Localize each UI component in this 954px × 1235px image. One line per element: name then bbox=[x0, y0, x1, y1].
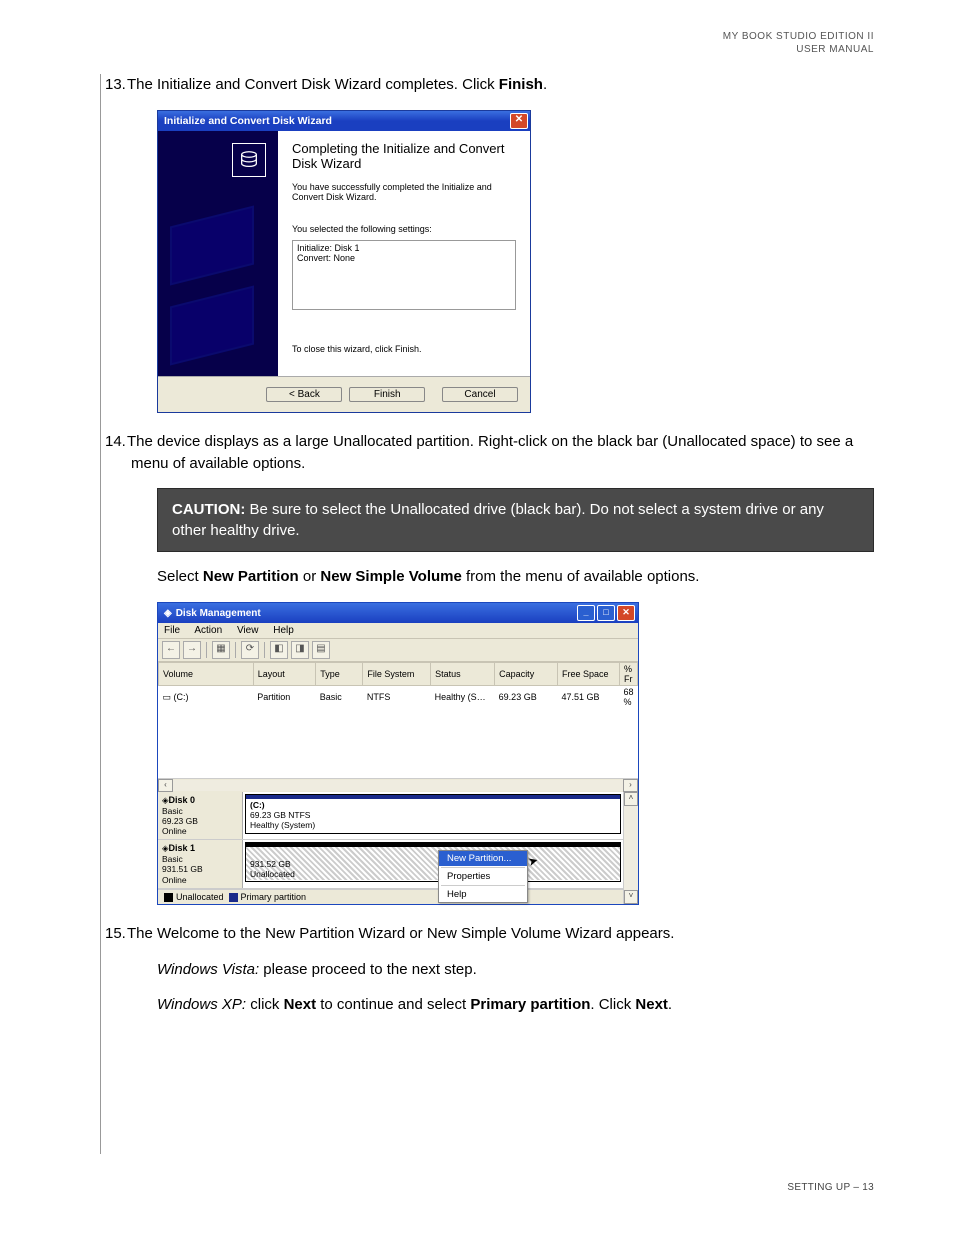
step-number: 15. bbox=[105, 923, 127, 945]
toolbar-icon[interactable]: ▦ bbox=[212, 641, 230, 659]
caution-label: CAUTION: bbox=[172, 501, 245, 518]
content-column: 13.The Initialize and Convert Disk Wizar… bbox=[100, 74, 874, 1154]
menu-properties[interactable]: Properties bbox=[439, 869, 527, 884]
disk-0-volume[interactable]: (C:) 69.23 GB NTFS Healthy (System) bbox=[245, 794, 621, 834]
minimize-icon[interactable]: _ bbox=[577, 605, 595, 621]
disk-stack-icon bbox=[232, 143, 266, 177]
disk-1-unallocated[interactable]: 931.52 GB Unallocated bbox=[245, 842, 621, 882]
cancel-button[interactable]: Cancel bbox=[442, 387, 518, 402]
disk-0-label[interactable]: ◈Disk 0 Basic 69.23 GB Online bbox=[158, 792, 243, 839]
close-icon[interactable]: ✕ bbox=[617, 605, 635, 621]
toolbar-icon[interactable]: ▤ bbox=[312, 641, 330, 659]
toolbar-icon[interactable]: ◧ bbox=[270, 641, 288, 659]
context-menu: New Partition... Properties Help bbox=[438, 850, 528, 903]
vertical-scrollbar[interactable]: ˄ ˅ bbox=[623, 792, 638, 904]
back-button[interactable]: < Back bbox=[266, 387, 342, 402]
wizard-sidebar-graphic bbox=[158, 131, 278, 376]
refresh-icon[interactable]: ⟳ bbox=[241, 641, 259, 659]
step-13: 13.The Initialize and Convert Disk Wizar… bbox=[131, 74, 874, 96]
close-icon[interactable]: ✕ bbox=[510, 113, 528, 129]
menu-help[interactable]: Help bbox=[273, 625, 294, 636]
wizard-success-text: You have successfully completed the Init… bbox=[292, 182, 516, 202]
select-instruction: Select New Partition or New Simple Volum… bbox=[157, 566, 874, 588]
menu-help[interactable]: Help bbox=[439, 887, 527, 902]
finish-button[interactable]: Finish bbox=[349, 387, 425, 402]
toolbar-icon[interactable]: ◨ bbox=[291, 641, 309, 659]
step-14: 14.The device displays as a large Unallo… bbox=[131, 431, 874, 475]
step-number: 14. bbox=[105, 431, 127, 453]
wizard-title: Initialize and Convert Disk Wizard bbox=[164, 115, 332, 127]
caution-box: CAUTION: Be sure to select the Unallocat… bbox=[157, 488, 874, 552]
scroll-up-icon[interactable]: ˄ bbox=[624, 792, 638, 806]
dm-toolbar: ← → ▦ ⟳ ◧ ◨ ▤ bbox=[158, 639, 638, 662]
wizard-settings-box: Initialize: Disk 1 Convert: None bbox=[292, 240, 516, 310]
app-icon: ◈ bbox=[164, 608, 172, 619]
wizard-titlebar: Initialize and Convert Disk Wizard ✕ bbox=[158, 111, 530, 131]
disk-1-label[interactable]: ◈Disk 1 Basic 931.51 GB Online bbox=[158, 840, 243, 887]
menu-new-partition[interactable]: New Partition... bbox=[439, 851, 527, 866]
disk-1-row: ◈Disk 1 Basic 931.51 GB Online 931.52 GB bbox=[158, 840, 623, 888]
back-arrow-icon[interactable]: ← bbox=[162, 641, 180, 659]
step-15-xp: Windows XP: click Next to continue and s… bbox=[157, 994, 874, 1016]
scroll-right-icon[interactable]: › bbox=[623, 779, 638, 792]
scroll-down-icon[interactable]: ˅ bbox=[624, 890, 638, 904]
dm-disk-graphics: ◈Disk 0 Basic 69.23 GB Online (C:) 69.23… bbox=[158, 792, 638, 904]
scroll-left-icon[interactable]: ‹ bbox=[158, 779, 173, 792]
volume-row[interactable]: ▭ (C:) Partition Basic NTFS Healthy (S… … bbox=[159, 686, 638, 709]
maximize-icon[interactable]: □ bbox=[597, 605, 615, 621]
disk-management-window: ◈ Disk Management _ □ ✕ File Action View… bbox=[157, 602, 639, 905]
page-footer: SETTING UP – 13 bbox=[80, 1182, 874, 1193]
column-headers: Volume Layout Type File System Status Ca… bbox=[159, 663, 638, 686]
wizard-close-hint: To close this wizard, click Finish. bbox=[292, 344, 516, 354]
disk-0-row: ◈Disk 0 Basic 69.23 GB Online (C:) 69.23… bbox=[158, 792, 623, 840]
step-number: 13. bbox=[105, 74, 127, 96]
wizard-settings-label: You selected the following settings: bbox=[292, 224, 516, 234]
dm-volume-list: Volume Layout Type File System Status Ca… bbox=[158, 662, 638, 779]
dm-legend: Unallocated Primary partition bbox=[158, 889, 623, 904]
menu-action[interactable]: Action bbox=[194, 625, 222, 636]
dm-title: Disk Management bbox=[176, 608, 261, 619]
page-header: MY BOOK STUDIO EDITION II USER MANUAL bbox=[80, 30, 874, 56]
wizard-heading: Completing the Initialize and Convert Di… bbox=[292, 141, 516, 172]
menu-view[interactable]: View bbox=[237, 625, 259, 636]
wizard-button-row: < Back Finish Cancel bbox=[158, 376, 530, 412]
step-15: 15.The Welcome to the New Partition Wiza… bbox=[131, 923, 874, 945]
forward-arrow-icon[interactable]: → bbox=[183, 641, 201, 659]
wizard-dialog: Initialize and Convert Disk Wizard ✕ Com… bbox=[157, 110, 531, 413]
horizontal-scrollbar[interactable]: ‹ › bbox=[158, 779, 638, 792]
dm-menubar: File Action View Help bbox=[158, 623, 638, 639]
dm-titlebar: ◈ Disk Management _ □ ✕ bbox=[158, 603, 638, 623]
menu-file[interactable]: File bbox=[164, 625, 180, 636]
step-15-vista: Windows Vista: please proceed to the nex… bbox=[157, 959, 874, 981]
